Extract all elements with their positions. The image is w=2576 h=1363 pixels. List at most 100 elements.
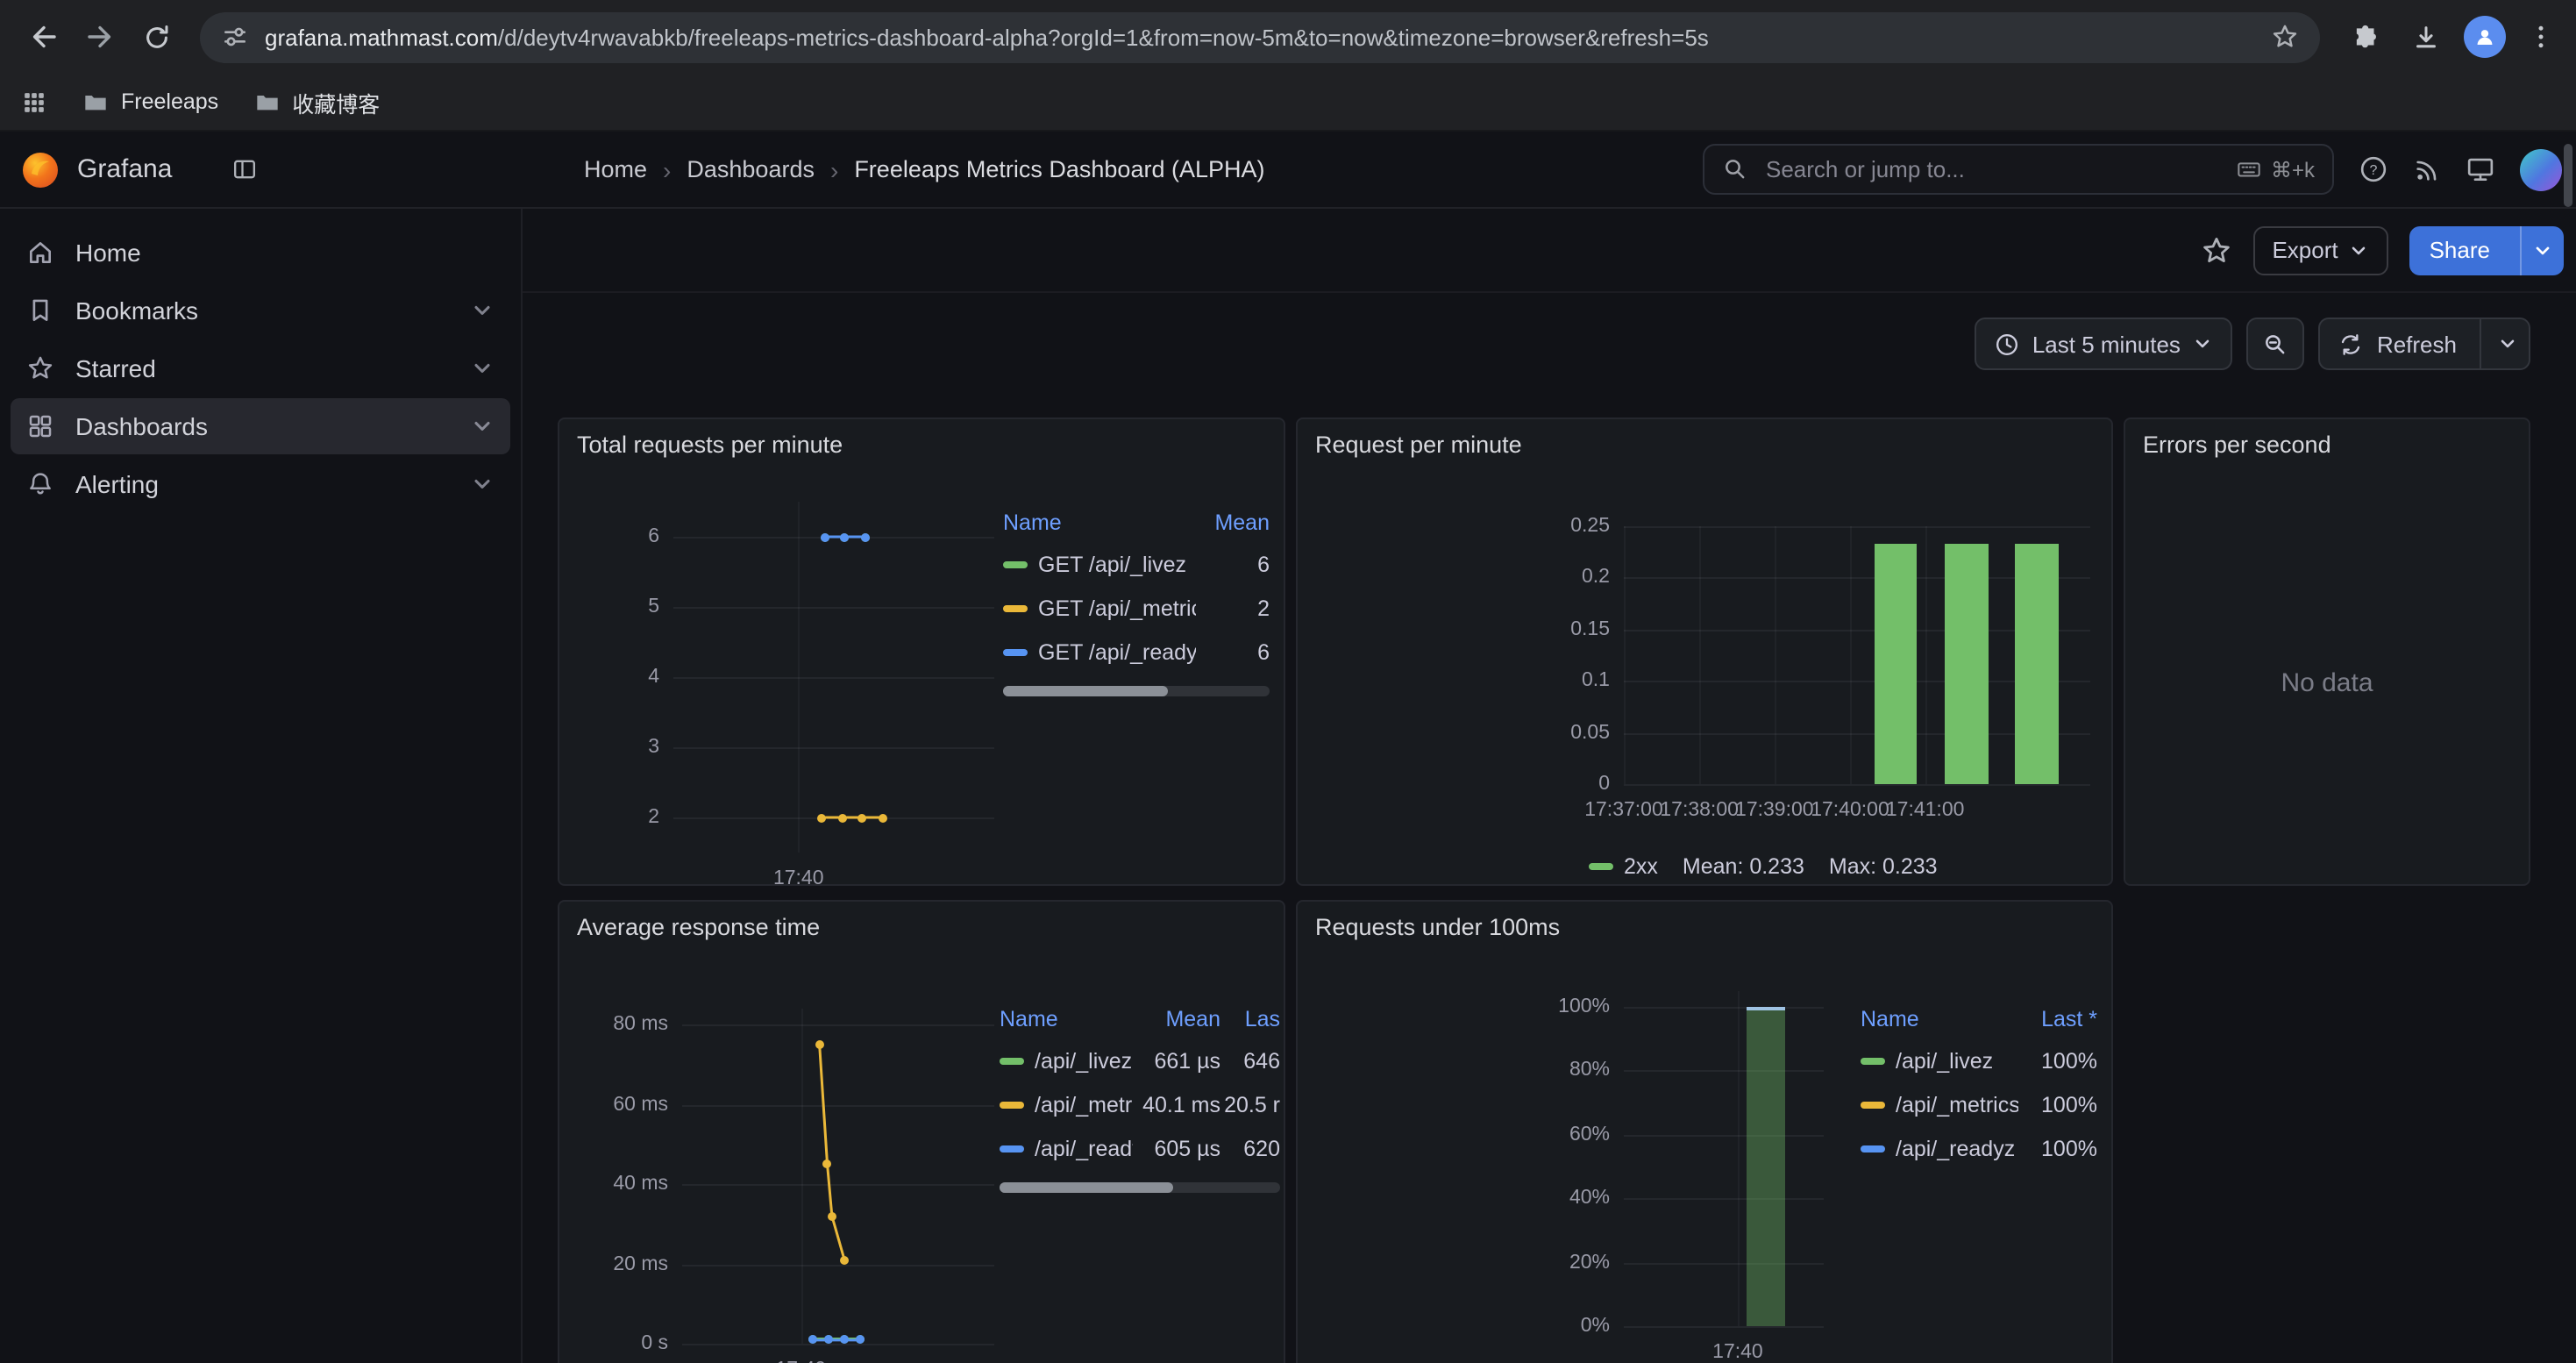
- back-button[interactable]: [18, 11, 70, 63]
- sidebar-item-home[interactable]: Home: [11, 225, 510, 281]
- refresh-button[interactable]: Refresh: [2338, 331, 2457, 357]
- series-color-swatch: [1000, 1145, 1024, 1152]
- legend-row[interactable]: /api/_metrics 40.1 ms 20.5 r: [1000, 1082, 1280, 1126]
- folder-icon: [82, 89, 109, 115]
- browser-profile-avatar[interactable]: [2464, 16, 2506, 58]
- zoom-out-icon: [2263, 331, 2289, 357]
- grafana-logo-icon[interactable]: [21, 150, 60, 189]
- legend-row[interactable]: GET /api/_livez 6: [1003, 542, 1270, 586]
- total-requests-chart[interactable]: 6543217:40: [573, 479, 1012, 877]
- export-button[interactable]: Export: [2252, 225, 2388, 275]
- sidebar: Home Bookmarks Starred Dashboards Alerti…: [0, 209, 523, 1363]
- chevron-down-icon[interactable]: [470, 472, 495, 496]
- requests-under-100ms-chart[interactable]: 100%80%60%40%20%0%17:40: [1312, 961, 1838, 1354]
- legend-max: Max: 0.233: [1829, 854, 1938, 879]
- user-avatar[interactable]: [2520, 148, 2562, 190]
- legend-table: Name Mean GET /api/_livez 6 GET /api/_me…: [1003, 503, 1270, 674]
- site-settings-icon[interactable]: [221, 23, 249, 51]
- search-input[interactable]: [1762, 154, 2222, 184]
- chevron-down-icon[interactable]: [470, 298, 495, 323]
- dashboard-main: Export Share Last 5 minutes: [523, 209, 2576, 1363]
- bookmark-folder-blogs[interactable]: 收藏博客: [253, 85, 380, 118]
- legend-col-name[interactable]: Name: [1000, 1007, 1133, 1031]
- reload-button[interactable]: [130, 11, 182, 63]
- legend-row[interactable]: GET /api/_readyz 6: [1003, 630, 1270, 674]
- series-color-swatch: [1861, 1145, 1885, 1152]
- panel-title[interactable]: Total requests per minute: [577, 432, 843, 458]
- chevron-right-icon: ›: [663, 155, 671, 183]
- star-icon: [26, 354, 54, 382]
- legend-row[interactable]: /api/_readyz 100%: [1861, 1126, 2097, 1170]
- download-icon: [2410, 22, 2440, 52]
- chevron-right-icon: ›: [830, 155, 838, 183]
- extensions-button[interactable]: [2345, 11, 2387, 63]
- sidebar-item-bookmarks[interactable]: Bookmarks: [11, 282, 510, 339]
- zoom-out-button[interactable]: [2247, 318, 2305, 370]
- legend-col-name[interactable]: Name: [1861, 1007, 2018, 1031]
- forward-button[interactable]: [74, 11, 126, 63]
- panel-title[interactable]: Request per minute: [1315, 432, 1522, 458]
- share-menu-button[interactable]: [2520, 225, 2564, 275]
- sidebar-item-alerting[interactable]: Alerting: [11, 456, 510, 512]
- downloads-button[interactable]: [2404, 11, 2446, 63]
- legend-row[interactable]: /api/_livez 100%: [1861, 1038, 2097, 1082]
- favorite-dashboard-button[interactable]: [2200, 234, 2231, 266]
- panel-requests-per-minute: Request per minute 0.250.20.150.10.05017…: [1296, 417, 2113, 886]
- legend-row[interactable]: /api/_metrics 100%: [1861, 1082, 2097, 1126]
- time-range-picker[interactable]: Last 5 minutes: [1975, 318, 2233, 370]
- help-button[interactable]: ?: [2359, 154, 2388, 184]
- scrollbar-thumb[interactable]: [1003, 686, 1168, 696]
- legend-header: Name Mean Las: [1000, 1000, 1280, 1038]
- search-box[interactable]: ⌘+k: [1703, 144, 2334, 195]
- news-button[interactable]: [2413, 155, 2441, 183]
- star-outline-icon: [2200, 234, 2231, 266]
- panel-title[interactable]: Average response time: [577, 914, 820, 940]
- chevron-down-icon[interactable]: [470, 356, 495, 381]
- legend-col-name[interactable]: Name: [1003, 510, 1196, 535]
- avg-response-time-chart[interactable]: 80 ms60 ms40 ms20 ms0 s17:40: [573, 961, 1012, 1358]
- display-button[interactable]: [2466, 154, 2495, 184]
- breadcrumb-home[interactable]: Home: [584, 156, 647, 182]
- chevron-down-icon[interactable]: [470, 414, 495, 439]
- series-color-swatch: [1000, 1057, 1024, 1064]
- legend-scrollbar[interactable]: [1000, 1182, 1280, 1193]
- legend-table: Name Mean Las /api/_livez 661 µs 646 /ap…: [1000, 1000, 1280, 1170]
- browser-menu-button[interactable]: [2523, 11, 2558, 63]
- panel-title[interactable]: Errors per second: [2143, 432, 2331, 458]
- panel-total-requests: Total requests per minute 6543217:40 Nam…: [558, 417, 1285, 886]
- panel-title[interactable]: Requests under 100ms: [1315, 914, 1560, 940]
- sidebar-item-dashboards[interactable]: Dashboards: [11, 398, 510, 454]
- legend-row[interactable]: /api/_livez 661 µs 646: [1000, 1038, 1280, 1082]
- refresh-interval-button[interactable]: [2497, 333, 2518, 354]
- legend-series[interactable]: 2xx: [1589, 854, 1658, 879]
- panel-requests-under-100ms: Requests under 100ms 100%80%60%40%20%0%1…: [1296, 900, 2113, 1363]
- scrollbar-thumb[interactable]: [1000, 1182, 1173, 1193]
- sidebar-item-starred[interactable]: Starred: [11, 340, 510, 396]
- legend-row[interactable]: /api/_readyz 605 µs 620: [1000, 1126, 1280, 1170]
- legend-table: Name Last * /api/_livez 100% /api/_metri…: [1861, 1000, 2097, 1170]
- legend-col-last[interactable]: Last *: [2018, 1007, 2097, 1031]
- legend-col-last[interactable]: Las: [1220, 1007, 1280, 1031]
- legend-header: Name Last *: [1861, 1000, 2097, 1038]
- legend-scrollbar[interactable]: [1003, 686, 1270, 696]
- legend-row[interactable]: GET /api/_metrics 2: [1003, 586, 1270, 630]
- page-scrollbar-thumb[interactable]: [2564, 144, 2572, 207]
- bookmark-star-icon[interactable]: [2271, 23, 2299, 51]
- share-button[interactable]: Share: [2410, 225, 2509, 275]
- question-circle-icon: ?: [2359, 154, 2388, 184]
- bookmark-folder-freeleaps[interactable]: Freeleaps: [82, 89, 218, 115]
- chevron-down-icon: [2193, 333, 2214, 354]
- rss-icon: [2413, 155, 2441, 183]
- breadcrumb-dashboards[interactable]: Dashboards: [687, 156, 815, 182]
- url-text: grafana.mathmast.com/d/deytv4rwavabkb/fr…: [265, 24, 2271, 50]
- url-bar[interactable]: grafana.mathmast.com/d/deytv4rwavabkb/fr…: [200, 11, 2320, 62]
- panel-avg-response-time: Average response time 80 ms60 ms40 ms20 …: [558, 900, 1285, 1363]
- apps-grid-icon[interactable]: [21, 89, 47, 115]
- legend-col-mean[interactable]: Mean: [1133, 1007, 1220, 1031]
- dock-sidebar-icon[interactable]: [231, 156, 258, 182]
- chevron-down-icon: [2532, 239, 2553, 260]
- series-color-swatch: [1861, 1057, 1885, 1064]
- legend-col-mean[interactable]: Mean: [1196, 510, 1270, 535]
- series-color-swatch: [1003, 648, 1028, 655]
- requests-per-minute-chart[interactable]: 0.250.20.150.10.05017:37:0017:38:0017:39…: [1312, 479, 2101, 830]
